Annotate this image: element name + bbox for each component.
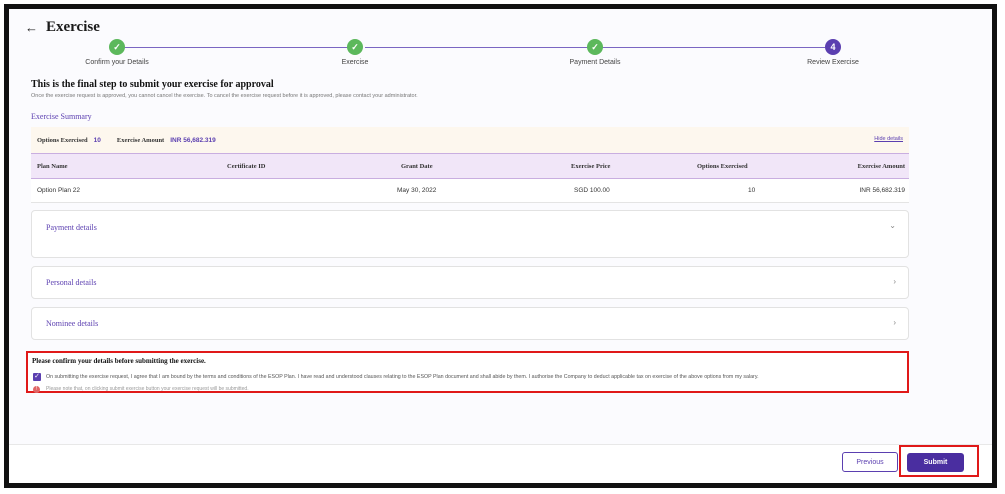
agreement-text: On submitting the exercise request, I ag… [46,374,759,380]
column-header: Exercise Price [571,162,611,170]
agreement-checkbox[interactable]: ✓ [33,373,41,381]
progress-stepper: ✓ Confirm your Details ✓ Exercise ✓ Paym… [29,39,909,73]
options-exercised-value: 10 [93,136,101,144]
chevron-right-icon[interactable]: › [893,318,896,327]
hide-details-link[interactable]: Hide details [874,136,903,142]
step-number: 4 [825,39,841,55]
submit-button[interactable]: Submit [907,453,964,472]
alert-icon: ! [33,386,40,393]
submit-highlight: Submit [899,445,979,477]
app-frame: ← Exercise ✓ Confirm your Details ✓ Exer… [4,4,997,488]
step-label: Exercise [341,59,369,66]
page-title: Exercise [46,18,100,35]
accordion-nominee-details[interactable]: Nominee details › [31,307,909,340]
accordion-payment-details[interactable]: Payment details ⌄ [31,210,909,258]
warning-text: Please note that, on clicking submit exe… [46,386,249,392]
table-header: Plan Name Certificate ID Grant Date Exer… [31,153,909,179]
check-icon: ✓ [347,39,363,55]
column-header: Plan Name [37,162,68,170]
step-label: Confirm your Details [85,59,149,66]
check-icon: ✓ [109,39,125,55]
confirm-title: Please confirm your details before submi… [32,357,206,365]
page: ← Exercise ✓ Confirm your Details ✓ Exer… [9,9,992,483]
chevron-down-icon[interactable]: ⌄ [889,221,896,230]
accordion-title: Payment details [46,223,97,232]
exercise-amount-value: INR 56,682.319 [170,136,216,144]
step-confirm-details: ✓ Confirm your Details [47,39,187,66]
column-header: Certificate ID [227,162,266,170]
arrow-left-icon[interactable]: ← [25,20,38,35]
accordion-title: Nominee details [46,319,99,328]
column-header: Options Exercised [697,162,748,170]
cell-options-exercised: 10 [748,187,756,194]
exercise-amount-label: Exercise Amount [116,136,165,144]
options-exercised-label: Options Exercised [37,136,88,144]
table-row: Option Plan 22 May 30, 2022 SGD 100.00 1… [31,179,909,203]
step-review-exercise: 4 Review Exercise [763,39,903,66]
exercise-table: Plan Name Certificate ID Grant Date Exer… [31,153,909,203]
cell-exercise-amount: INR 56,682.319 [859,187,905,194]
confirmation-section: Please confirm your details before submi… [26,351,909,393]
check-icon: ✓ [587,39,603,55]
page-header: ← Exercise [25,17,100,37]
cancel-note: Once the exercise request is approved, y… [31,93,418,99]
accordion-personal-details[interactable]: Personal details › [31,266,909,299]
column-header: Exercise Amount [857,162,905,170]
cell-exercise-price: SGD 100.00 [574,187,610,194]
step-exercise: ✓ Exercise [285,39,425,66]
accordion-title: Personal details [46,278,97,287]
section-heading: This is the final step to submit your ex… [31,79,274,90]
step-label: Review Exercise [807,59,859,66]
exercise-summary-title: Exercise Summary [31,112,92,121]
summary-bar: Options Exercised 10 Exercise Amount INR… [31,127,909,153]
step-label: Payment Details [569,59,621,66]
cell-grant-date: May 30, 2022 [397,187,437,194]
footer-bar: Previous Submit [9,444,992,483]
chevron-right-icon[interactable]: › [893,277,896,286]
step-payment-details: ✓ Payment Details [525,39,665,66]
cell-plan-name: Option Plan 22 [37,187,81,194]
previous-button[interactable]: Previous [842,452,898,472]
column-header: Grant Date [401,162,433,170]
